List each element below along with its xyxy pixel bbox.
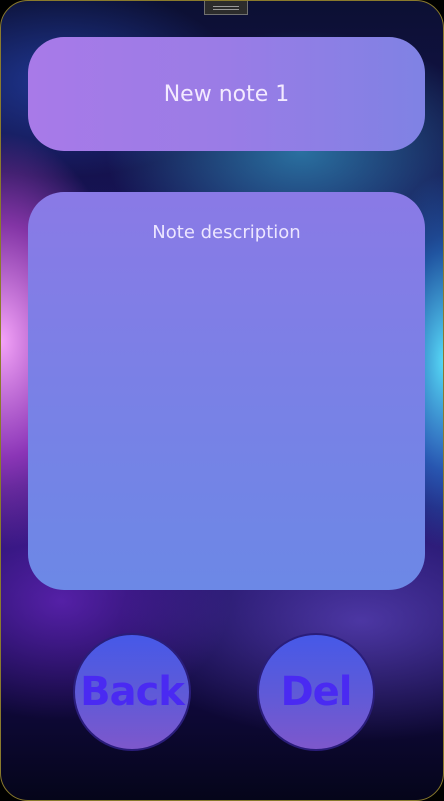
grab-handle-line (213, 9, 239, 10)
back-button[interactable]: Back (73, 633, 191, 751)
app-window: New note 1 Note description Back Del (0, 0, 444, 801)
back-button-label: Back (80, 669, 185, 715)
note-description-card[interactable]: Note description (28, 192, 425, 590)
note-title-card[interactable]: New note 1 (28, 37, 425, 151)
grab-handle-line (213, 6, 239, 7)
window-grab-handle[interactable] (204, 1, 248, 15)
note-title-field[interactable]: New note 1 (48, 82, 405, 107)
delete-button[interactable]: Del (257, 633, 375, 751)
note-description-field[interactable]: Note description (28, 222, 425, 243)
delete-button-label: Del (280, 669, 352, 715)
